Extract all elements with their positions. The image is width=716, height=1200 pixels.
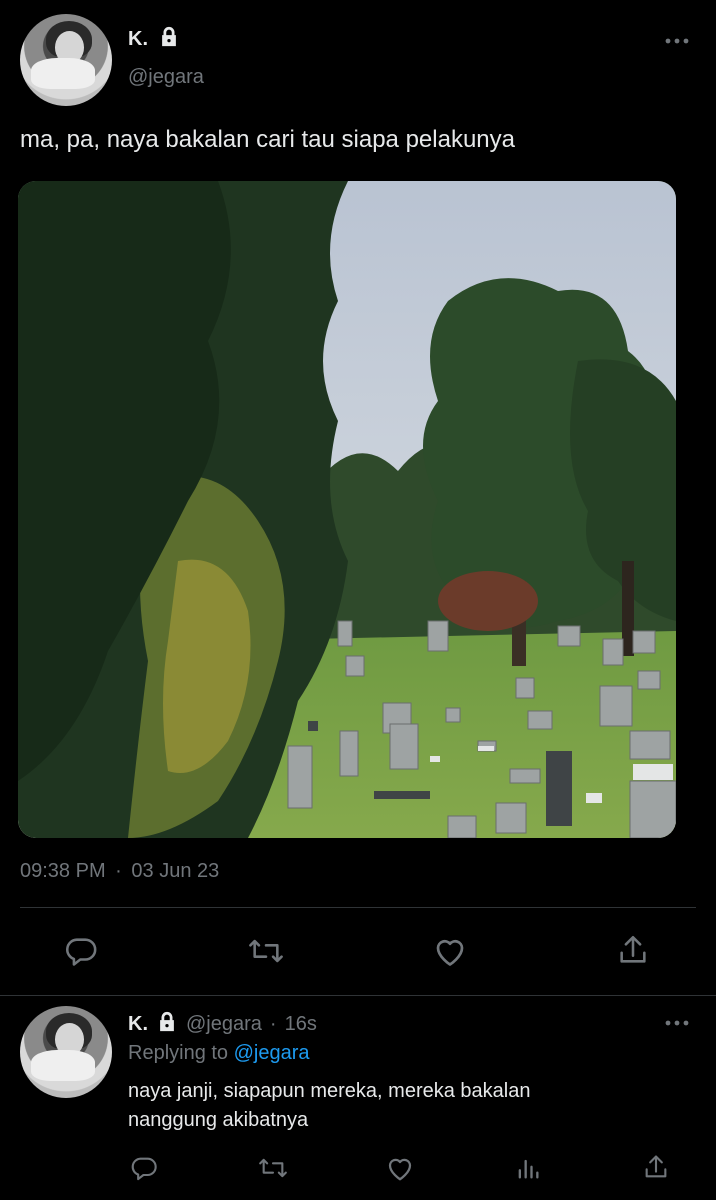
reply-author-name[interactable]: K.: [128, 1013, 148, 1036]
author-name[interactable]: K.: [128, 28, 148, 51]
author-row: K.: [128, 26, 180, 53]
timestamp-separator: ·: [115, 860, 122, 882]
tweet-time: 09:38 PM: [20, 860, 106, 882]
tweet-date: 03 Jun 23: [131, 860, 220, 882]
thread-divider: [0, 995, 716, 996]
heart-icon[interactable]: [432, 934, 468, 968]
reply-text-line2: nanggung akibatnya: [128, 1109, 309, 1131]
cemetery-photo: [18, 181, 676, 838]
share-icon[interactable]: [616, 932, 650, 968]
replying-to-mention[interactable]: @jegara: [234, 1042, 310, 1064]
retweet-icon[interactable]: [256, 1154, 290, 1182]
share-icon[interactable]: [642, 1152, 670, 1182]
tweet-text: ma, pa, naya bakalan cari tau siapa pela…: [20, 126, 515, 153]
reply-separator: ·: [269, 1013, 277, 1035]
more-dots-icon[interactable]: [664, 1016, 690, 1030]
reply-text-line1: naya janji, siapapun mereka, mereka baka…: [128, 1080, 531, 1102]
reply-avatar[interactable]: [20, 1006, 112, 1098]
divider: [20, 907, 696, 908]
avatar[interactable]: [20, 14, 112, 106]
retweet-icon[interactable]: [246, 934, 286, 968]
timestamp[interactable]: 09:38 PM · 03 Jun 23: [20, 860, 219, 883]
lock-icon: [156, 1011, 178, 1038]
analytics-icon[interactable]: [514, 1154, 542, 1182]
reply-icon[interactable]: [64, 934, 98, 968]
tweet-photo[interactable]: [18, 181, 676, 838]
lock-icon: [158, 26, 180, 53]
reply-age[interactable]: 16s: [285, 1013, 317, 1036]
more-dots-icon[interactable]: [664, 34, 690, 48]
replying-to-label: Replying to: [128, 1042, 229, 1064]
author-handle[interactable]: @jegara: [128, 66, 204, 89]
reply-text: naya janji, siapapun mereka, mereka baka…: [128, 1077, 530, 1135]
reply-icon[interactable]: [130, 1154, 158, 1182]
replying-to: Replying to @jegara: [128, 1042, 310, 1065]
reply-handle[interactable]: @jegara: [186, 1013, 262, 1036]
reply-author-row: K. @jegara · 16s: [128, 1011, 317, 1038]
heart-icon[interactable]: [385, 1154, 415, 1182]
